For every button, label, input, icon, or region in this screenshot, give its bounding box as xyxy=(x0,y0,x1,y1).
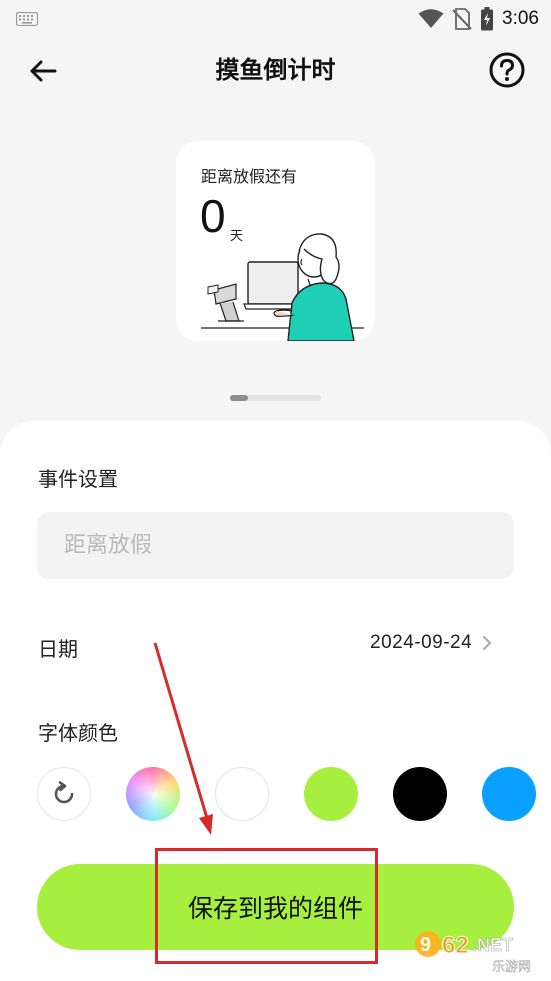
date-value: 2024-09-24 xyxy=(370,632,473,653)
status-time: 3:06 xyxy=(502,8,539,29)
svg-text:62: 62 xyxy=(442,932,469,959)
help-button[interactable] xyxy=(489,52,525,88)
keyboard-icon xyxy=(16,12,38,26)
color-black-swatch[interactable] xyxy=(393,767,447,821)
color-white-swatch[interactable] xyxy=(215,767,269,821)
preview-label: 距离放假还有 xyxy=(201,167,298,186)
person-at-laptop-illustration xyxy=(201,233,364,341)
color-lime-swatch[interactable] xyxy=(304,767,358,821)
page-title: 摸鱼倒计时 xyxy=(215,56,336,84)
question-circle-icon xyxy=(489,52,525,88)
reset-icon xyxy=(54,781,74,804)
color-wheel-swatch[interactable] xyxy=(126,767,180,821)
wifi-icon xyxy=(418,9,444,28)
battery-charging-icon xyxy=(481,7,494,31)
color-reset-button[interactable] xyxy=(37,767,91,821)
svg-text:9: 9 xyxy=(420,934,431,956)
page-indicator xyxy=(230,395,321,401)
font-color-label: 字体颜色 xyxy=(38,721,118,745)
color-blue-swatch[interactable] xyxy=(482,767,536,821)
no-sim-icon xyxy=(452,8,472,30)
site-watermark-logo: 9 62 .NET 乐游网 xyxy=(415,931,531,975)
svg-text:.NET: .NET xyxy=(472,935,513,955)
widget-preview-card[interactable]: 距离放假还有 0 天 xyxy=(176,141,375,341)
annotation-highlight-box xyxy=(155,848,378,964)
date-picker-row[interactable]: 2024-09-24 xyxy=(370,632,492,654)
chevron-right-icon xyxy=(483,636,492,650)
status-icons: 3:06 xyxy=(418,6,539,32)
svg-text:乐游网: 乐游网 xyxy=(492,960,531,975)
status-bar: 3:06 xyxy=(0,0,551,38)
event-name-input[interactable] xyxy=(37,512,514,579)
date-label: 日期 xyxy=(38,637,78,661)
event-settings-label: 事件设置 xyxy=(38,467,118,491)
page-indicator-active xyxy=(230,395,248,401)
